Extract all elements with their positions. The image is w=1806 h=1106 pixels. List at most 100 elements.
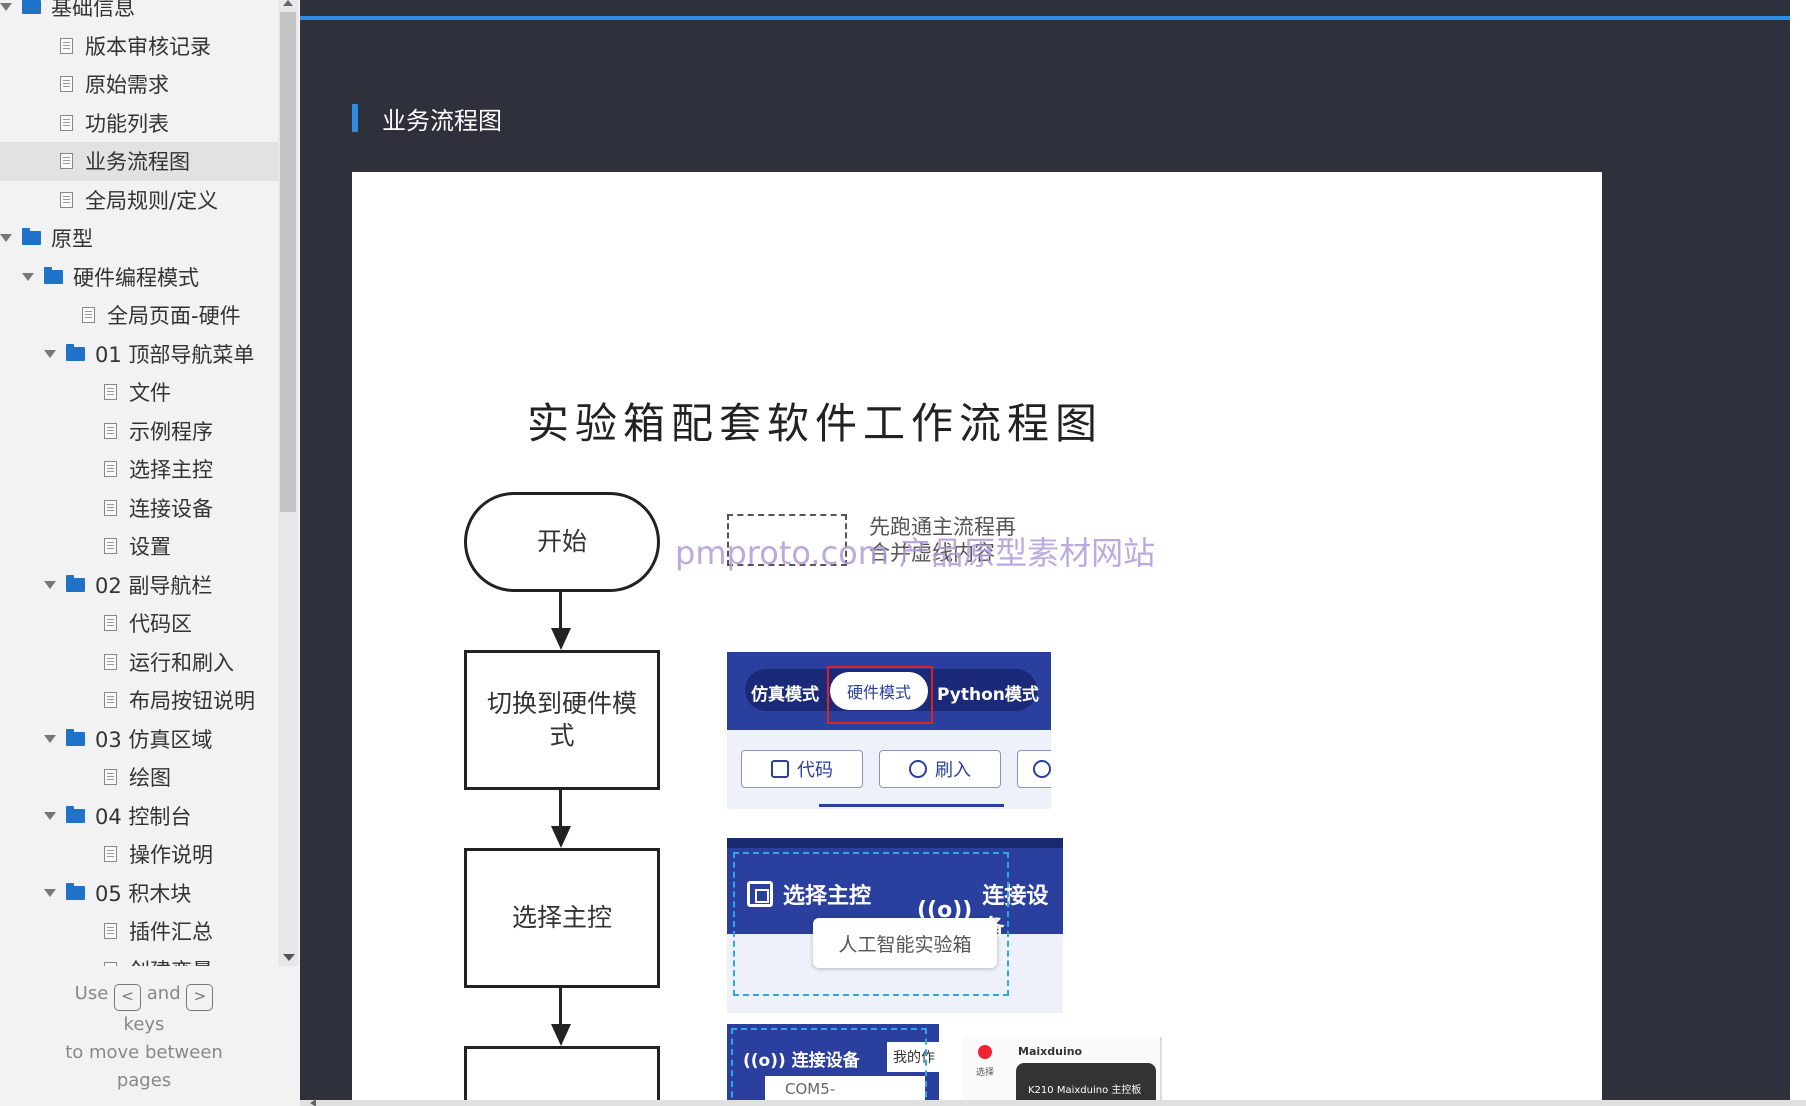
sidebar-item-10[interactable]: 文件	[0, 373, 278, 412]
sidebar-item-label: 05 积木块	[95, 881, 192, 906]
sidebar-item-18[interactable]: 布局按钮说明	[0, 681, 278, 720]
sidebar-item-7[interactable]: 硬件编程模式	[0, 258, 278, 297]
sidebar-item-17[interactable]: 运行和刷入	[0, 643, 278, 682]
expand-caret-icon[interactable]	[44, 349, 56, 358]
sidebar-item-label: 全局规则/定义	[85, 188, 219, 213]
page-icon	[104, 538, 117, 555]
sidebar-item-24[interactable]: 插件汇总	[0, 912, 278, 951]
flowchart-canvas: 实验箱配套软件工作流程图 开始 切换到硬件模式 选择主控 先跑通主流程再 合并虚…	[352, 172, 1602, 1100]
sidebar-item-22[interactable]: 操作说明	[0, 835, 278, 874]
page-icon	[104, 615, 117, 632]
sidebar-item-20[interactable]: 绘图	[0, 758, 278, 797]
flow-node-select-controller: 选择主控	[464, 848, 660, 988]
sidebar-item-label: 01 顶部导航菜单	[95, 342, 255, 367]
board-select-text: 选择	[976, 1068, 995, 1078]
sim-mode-label: 仿真模式	[751, 685, 819, 705]
screenshot-mode-switch: 仿真模式 硬件模式 Python模式 代码 刷入	[727, 652, 1051, 809]
flow-arrowhead	[551, 826, 571, 848]
flow-arrowhead	[551, 1024, 571, 1046]
sidebar-scrollbar[interactable]	[278, 0, 298, 966]
sidebar-item-16[interactable]: 代码区	[0, 604, 278, 643]
folder-icon	[66, 574, 85, 592]
sidebar-item-21[interactable]: 04 控制台	[0, 797, 278, 836]
scroll-down-arrow-icon[interactable]	[283, 954, 295, 961]
sidebar-item-9[interactable]: 01 顶部导航菜单	[0, 335, 278, 374]
page-icon	[104, 384, 117, 401]
connect-dashed-box	[731, 1028, 927, 1100]
sidebar-item-label: 文件	[129, 381, 171, 406]
expand-caret-icon[interactable]	[22, 272, 34, 281]
page-icon	[104, 461, 117, 478]
expand-caret-icon[interactable]	[0, 3, 12, 12]
page-icon	[104, 846, 117, 863]
hw-mode-highlight	[827, 666, 933, 724]
mode-underline	[819, 804, 1004, 807]
sidebar-item-25[interactable]: 创建变量	[0, 951, 278, 966]
main-panel: 业务流程图 实验箱配套软件工作流程图 开始 切换到硬件模式 选择主控 先跑通主流…	[300, 0, 1790, 1100]
page-icon	[60, 153, 73, 170]
sidebar-item-label: 基础信息	[51, 0, 135, 21]
sidebar-item-0[interactable]: 基础信息	[0, 0, 278, 27]
sidebar-item-6[interactable]: 原型	[0, 219, 278, 258]
sidebar-item-label: 版本审核记录	[85, 34, 211, 59]
sidebar-item-14[interactable]: 设置	[0, 527, 278, 566]
sidebar-item-label: 创建变量	[129, 955, 213, 966]
sidebar-item-label: 业务流程图	[85, 150, 190, 175]
sidebar-item-5[interactable]: 全局规则/定义	[0, 181, 278, 220]
folder-icon	[22, 0, 41, 15]
sidebar-item-19[interactable]: 03 仿真区域	[0, 720, 278, 759]
sidebar-item-label: 绘图	[129, 766, 171, 791]
sidebar-item-label: 布局按钮说明	[129, 689, 255, 714]
sidebar-item-15[interactable]: 02 副导航栏	[0, 566, 278, 605]
code-button: 代码	[741, 750, 863, 788]
sidebar-item-label: 运行和刷入	[129, 650, 234, 675]
expand-caret-icon[interactable]	[44, 811, 56, 820]
expand-caret-icon[interactable]	[44, 580, 56, 589]
sidebar-item-label: 选择主控	[129, 458, 213, 483]
flow-node-switch-mode: 切换到硬件模式	[464, 650, 660, 790]
screenshot-board: Maixduino 选择 K210 Maixduino 主控板	[962, 1037, 1162, 1100]
sidebar-item-1[interactable]: 版本审核记录	[0, 27, 278, 66]
sidebar-item-4[interactable]: 业务流程图	[0, 142, 278, 181]
sidebar-item-2[interactable]: 原始需求	[0, 65, 278, 104]
sidebar-item-8[interactable]: 全局页面-硬件	[0, 296, 278, 335]
sidebar: 基础信息版本审核记录原始需求功能列表业务流程图全局规则/定义原型 硬件编程模式 全局…	[0, 0, 300, 1106]
next-key-icon: >	[186, 984, 214, 1011]
select-bar-top	[727, 838, 1063, 848]
horizontal-scrollbar[interactable]	[300, 1100, 1806, 1106]
sidebar-scroll-thumb[interactable]	[280, 12, 296, 512]
folder-icon	[22, 228, 41, 246]
sidebar-item-label: 插件汇总	[129, 920, 213, 945]
screenshot-connect-device: ((o)) 连接设备 我的作 COM5-	[727, 1024, 939, 1100]
help-pages-text: pages	[116, 1070, 172, 1091]
screenshot-select-controller: 选择主控 ((o)) 连接设备 人工智能实验箱	[727, 838, 1063, 1013]
page-icon	[82, 307, 95, 324]
folder-icon	[66, 805, 85, 823]
sidebar-item-23[interactable]: 05 积木块	[0, 874, 278, 913]
sidebar-item-13[interactable]: 连接设备	[0, 489, 278, 528]
code-icon	[771, 760, 789, 778]
sidebar-item-label: 连接设备	[129, 496, 213, 521]
mode-bar: 仿真模式 硬件模式 Python模式	[727, 652, 1051, 730]
expand-caret-icon[interactable]	[44, 888, 56, 897]
scroll-left-arrow-icon[interactable]	[310, 1099, 316, 1106]
flow-connector	[559, 592, 562, 630]
top-accent-bar	[300, 16, 1790, 20]
expand-caret-icon[interactable]	[0, 234, 12, 243]
sidebar-item-11[interactable]: 示例程序	[0, 412, 278, 451]
scroll-up-arrow-icon[interactable]	[283, 0, 293, 6]
sidebar-item-label: 功能列表	[85, 111, 169, 136]
sidebar-tree: 基础信息版本审核记录原始需求功能列表业务流程图全局规则/定义原型 硬件编程模式 全局…	[0, 0, 278, 966]
board-status-dot	[978, 1045, 992, 1059]
flash-icon	[909, 760, 927, 778]
section-header: 业务流程图	[352, 103, 502, 135]
expand-caret-icon[interactable]	[44, 734, 56, 743]
more-icon	[1033, 760, 1051, 778]
sidebar-item-12[interactable]: 选择主控	[0, 450, 278, 489]
sidebar-item-3[interactable]: 功能列表	[0, 104, 278, 143]
page-icon	[104, 923, 117, 940]
sidebar-item-label: 03 仿真区域	[95, 727, 213, 752]
help-use-text: Use	[74, 983, 109, 1004]
prev-key-icon: <	[114, 984, 142, 1011]
section-title: 业务流程图	[382, 106, 502, 135]
